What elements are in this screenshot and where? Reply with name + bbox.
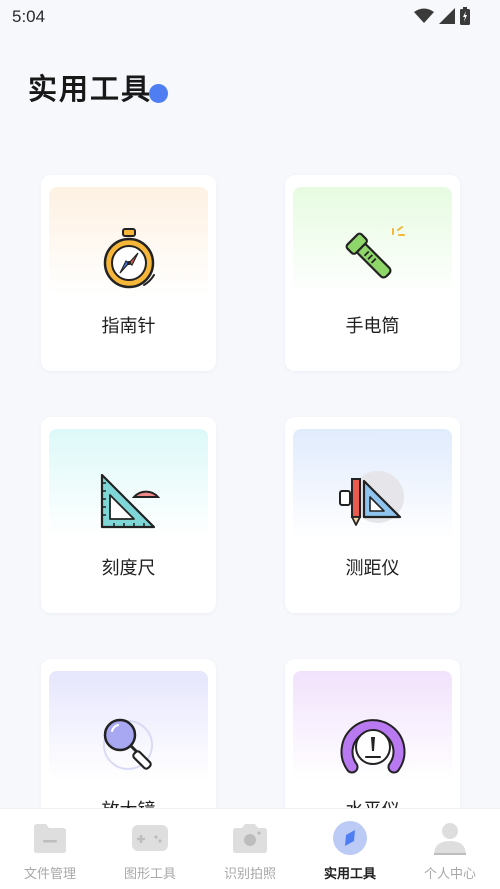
nav-label: 图形工具 — [123, 867, 176, 882]
wifi-icon — [414, 8, 434, 28]
tool-label: 指南针 — [101, 316, 156, 337]
card-background: 手电筒 — [293, 187, 452, 363]
signal-icon — [439, 8, 455, 28]
title-decoration-dot — [149, 84, 168, 103]
page-title: 实用工具 — [28, 72, 153, 106]
card-background: 指南针 — [49, 187, 208, 363]
nav-label: 文件管理 — [23, 867, 76, 882]
tool-card-rangefinder[interactable]: 测距仪 — [285, 417, 460, 613]
nav-item-personal-center[interactable]: 个人中心 — [400, 809, 500, 889]
ruler-icon — [94, 467, 164, 537]
card-background: 测距仪 — [293, 429, 452, 605]
nav-item-graphic-tools[interactable]: 图形工具 — [100, 809, 200, 889]
nav-label: 个人中心 — [423, 867, 476, 882]
camera-icon — [231, 819, 269, 857]
status-icons — [414, 7, 470, 29]
status-time: 5:04 — [12, 7, 46, 26]
bottom-navigation: 文件管理 图形工具 识别拍照 实用工具 个人中心 — [0, 808, 500, 889]
nav-item-file-manager[interactable]: 文件管理 — [0, 809, 100, 889]
nav-label: 识别拍照 — [223, 867, 276, 882]
tool-label: 刻度尺 — [101, 558, 156, 579]
tool-card-compass[interactable]: 指南针 — [41, 175, 216, 371]
battery-icon — [460, 7, 470, 29]
magnifier-icon — [94, 709, 164, 779]
compass-nav-icon — [331, 819, 369, 857]
level-icon — [338, 709, 408, 779]
compass-icon — [94, 225, 164, 295]
tool-card-ruler[interactable]: 刻度尺 — [41, 417, 216, 613]
folder-icon — [31, 819, 69, 857]
user-icon — [431, 819, 469, 857]
tool-label: 测距仪 — [345, 558, 400, 579]
nav-label: 实用工具 — [323, 867, 376, 882]
card-background: 刻度尺 — [49, 429, 208, 605]
nav-item-recognize-photo[interactable]: 识别拍照 — [200, 809, 300, 889]
gamepad-icon — [131, 819, 169, 857]
rangefinder-icon — [338, 467, 408, 537]
tool-label: 手电筒 — [345, 316, 400, 337]
nav-item-practical-tools[interactable]: 实用工具 — [300, 809, 400, 889]
status-bar: 5:04 — [0, 0, 500, 34]
tool-card-flashlight[interactable]: 手电筒 — [285, 175, 460, 371]
flashlight-icon — [338, 225, 408, 295]
